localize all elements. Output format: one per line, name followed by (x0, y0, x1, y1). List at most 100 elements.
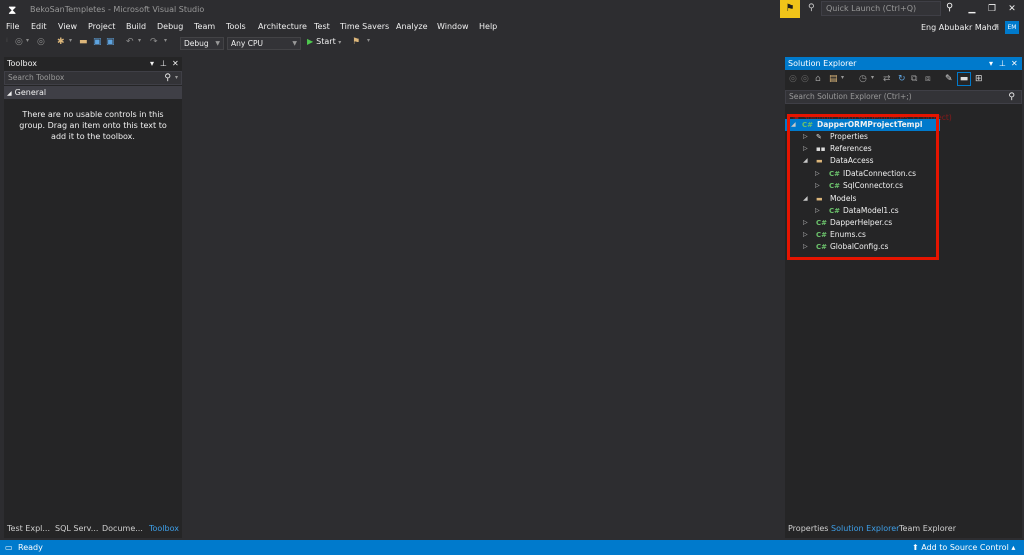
restore-button[interactable]: ❐ (984, 2, 1000, 16)
search-icon[interactable]: ⚲ (1008, 91, 1015, 103)
annotation-highlight-box (787, 114, 939, 260)
pin-icon[interactable]: ⊥ (999, 57, 1006, 70)
preview-selected-items-icon[interactable]: ▬ (957, 72, 971, 86)
solution-configuration-select[interactable]: Debug ▼ (180, 37, 224, 50)
switch-views-icon[interactable]: ▤ (829, 74, 838, 84)
chevron-down-icon: ▾ (338, 39, 342, 46)
visual-studio-logo-icon: ⧗ (8, 3, 17, 17)
window-position-icon[interactable]: ▾ (150, 57, 154, 70)
group-label: General (14, 88, 47, 97)
undo-icon[interactable]: ↶ (126, 37, 134, 47)
chevron-down-icon[interactable]: ▼ (994, 23, 999, 30)
refresh-icon[interactable]: ↻ (898, 74, 906, 84)
configuration-value: Debug (184, 39, 209, 48)
menu-bar: File Edit View Project Build Debug Team … (0, 20, 1024, 36)
chevron-down-icon[interactable]: ▾ (175, 72, 178, 84)
tab-test-explorer[interactable]: Test Expl... (7, 524, 50, 533)
tab-sql-server-explorer[interactable]: SQL Serv... (55, 524, 98, 533)
collapse-all-icon[interactable]: ⧉ (911, 74, 917, 84)
up-arrow-icon: ⬆ (912, 543, 922, 552)
chevron-down-icon[interactable]: ▾ (26, 37, 29, 44)
toolbox-group-general[interactable]: ◢ General (4, 86, 182, 99)
menu-help[interactable]: Help (479, 22, 497, 31)
menu-test[interactable]: Test (314, 22, 330, 31)
navigate-forward-icon[interactable]: ◎ (37, 37, 45, 47)
solution-search-placeholder: Search Solution Explorer (Ctrl+;) (789, 92, 912, 101)
menu-architecture[interactable]: Architecture (258, 22, 307, 31)
notification-flag-icon[interactable]: ⚑ (780, 0, 800, 18)
close-icon[interactable]: ✕ (172, 57, 179, 70)
save-icon[interactable]: ▣ (93, 37, 102, 47)
avatar[interactable]: EM (1005, 21, 1019, 34)
menu-file[interactable]: File (6, 22, 19, 31)
pending-changes-filter-icon[interactable]: ◷ (859, 74, 867, 84)
platform-value: Any CPU (231, 39, 263, 48)
home-icon[interactable]: ⌂ (815, 74, 821, 84)
menu-team[interactable]: Team (194, 22, 215, 31)
add-to-source-control-button[interactable]: ⬆ Add to Source Control ▴ (912, 540, 1015, 555)
search-icon[interactable]: ⚲ (164, 72, 171, 84)
solution-explorer-search-input[interactable]: Search Solution Explorer (Ctrl+;) ⚲ (785, 90, 1022, 104)
show-all-files-icon[interactable]: ⧈ (925, 74, 931, 84)
tab-solution-explorer[interactable]: Solution Explorer (831, 524, 899, 533)
chevron-up-icon: ▴ (1008, 543, 1016, 552)
menu-time-savers[interactable]: Time Savers (340, 22, 389, 31)
new-project-icon[interactable]: ✱ (57, 37, 65, 47)
save-all-icon[interactable]: ▣ (106, 37, 115, 47)
close-button[interactable]: ✕ (1004, 2, 1020, 16)
chevron-down-icon[interactable]: ▾ (138, 37, 141, 44)
toolbox-search-input[interactable]: Search Toolbox ⚲ ▾ (4, 71, 182, 85)
chevron-down-icon[interactable]: ▾ (871, 74, 874, 81)
feedback-icon[interactable]: ⚲ (808, 3, 815, 13)
pin-icon[interactable]: ⊥ (160, 57, 167, 70)
tab-toolbox[interactable]: Toolbox (149, 524, 179, 533)
menu-build[interactable]: Build (126, 22, 146, 31)
source-control-label: Add to Source Control (921, 543, 1009, 552)
tab-team-explorer[interactable]: Team Explorer (899, 524, 956, 533)
start-button[interactable]: ▶ Start ▾ (307, 37, 341, 46)
window-position-icon[interactable]: ▾ (989, 57, 993, 70)
navigate-back-icon[interactable]: ◎ (15, 37, 23, 47)
chevron-down-icon[interactable]: ▾ (841, 74, 844, 81)
menu-window[interactable]: Window (437, 22, 469, 31)
user-name[interactable]: Eng Abubakr Mahdi (921, 23, 999, 32)
solution-explorer-toolbar: ◎ ◎ ⌂ ▤ ▾ ◷ ▾ ⇄ ↻ ⧉ ⧈ ✎ ▬ ⊞ (785, 71, 1022, 89)
open-file-icon[interactable]: ▬ (79, 37, 88, 47)
chevron-down-icon[interactable]: ▾ (164, 37, 167, 44)
chevron-down-icon: ▼ (215, 40, 220, 47)
status-text: Ready (18, 543, 43, 552)
toolbox-header: Toolbox (4, 57, 182, 70)
window-title: BekoSanTempletes - Microsoft Visual Stud… (30, 5, 205, 14)
menu-view[interactable]: View (58, 22, 77, 31)
menu-debug[interactable]: Debug (157, 22, 183, 31)
tab-document-outline[interactable]: Docume... (102, 524, 143, 533)
back-icon[interactable]: ◎ (789, 74, 797, 84)
tab-properties[interactable]: Properties (788, 524, 828, 533)
properties-wrench-icon[interactable]: ✎ (945, 74, 953, 84)
toolbox-empty-message: There are no usable controls in this gro… (19, 110, 167, 141)
redo-icon[interactable]: ↷ (150, 37, 158, 47)
title-bar: ⧗ BekoSanTempletes - Microsoft Visual St… (0, 0, 1024, 20)
browser-link-icon[interactable]: ⚑ (352, 37, 360, 47)
start-label: Start (316, 37, 336, 46)
sync-icon[interactable]: ⇄ (883, 74, 891, 84)
solution-platform-select[interactable]: Any CPU ▼ (227, 37, 301, 50)
solution-explorer-title: Solution Explorer (788, 59, 857, 68)
expand-arrow-icon: ◢ (7, 90, 12, 97)
menu-analyze[interactable]: Analyze (396, 22, 428, 31)
forward-icon[interactable]: ◎ (801, 74, 809, 84)
close-icon[interactable]: ✕ (1011, 57, 1018, 70)
chevron-down-icon: ▼ (292, 40, 297, 47)
search-icon[interactable]: ⚲ (946, 2, 953, 13)
class-diagram-icon[interactable]: ⊞ (975, 74, 983, 84)
minimize-button[interactable]: ▁ (964, 2, 980, 16)
menu-tools[interactable]: Tools (226, 22, 246, 31)
toolbar-grip-icon: ⁞ (6, 37, 8, 44)
chevron-down-icon[interactable]: ▾ (69, 37, 72, 44)
toolbar-options-icon[interactable]: ▾ (367, 37, 370, 44)
editor-area (184, 57, 784, 538)
menu-edit[interactable]: Edit (31, 22, 47, 31)
status-bar: ▭ Ready ⬆ Add to Source Control ▴ (0, 540, 1024, 555)
menu-project[interactable]: Project (88, 22, 115, 31)
quick-launch-input[interactable]: Quick Launch (Ctrl+Q) (821, 1, 941, 16)
